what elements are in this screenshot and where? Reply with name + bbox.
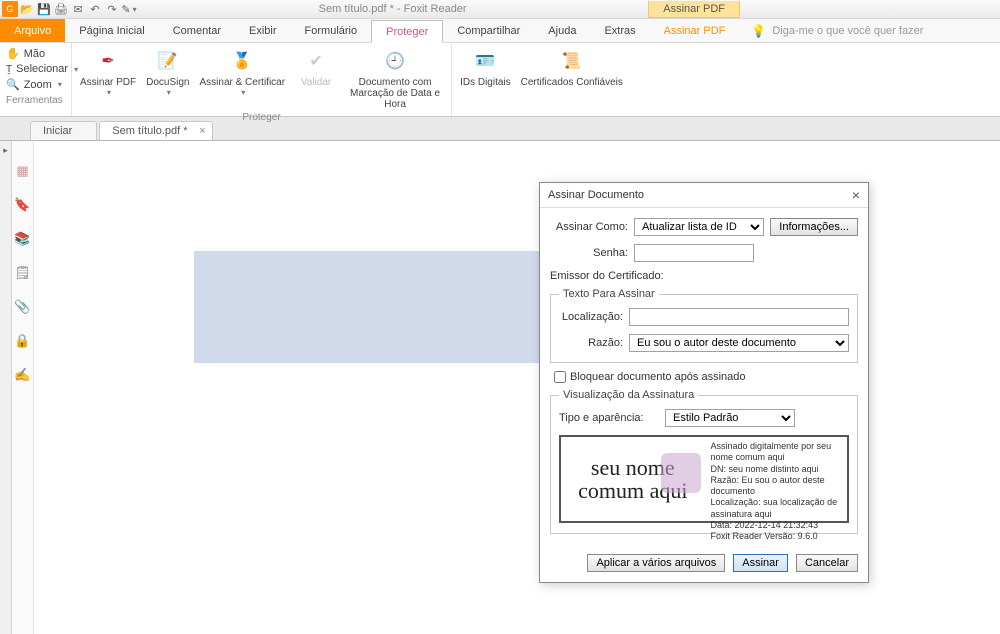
tab-file[interactable]: Arquivo (0, 19, 65, 42)
preview-name: seu nome comum aqui (561, 437, 705, 521)
select-icon: Ṯ (6, 64, 12, 75)
attachments-panel-icon[interactable]: 📎 (15, 299, 31, 315)
docusign-icon: 📝 (154, 47, 182, 75)
id-card-icon: 🪪 (471, 47, 499, 75)
tell-me-search[interactable]: 💡 Diga-me o que você quer fazer (739, 19, 1000, 42)
appearance-label: Tipo e aparência: (559, 412, 659, 424)
save-icon[interactable]: 💾 (36, 1, 52, 17)
protect-group-caption: Proteger (242, 112, 280, 123)
tab-help[interactable]: Ajuda (534, 19, 590, 42)
signature-preview: seu nome comum aqui Assinado digitalment… (559, 435, 849, 523)
tab-start[interactable]: Iniciar (30, 121, 97, 140)
window-title: Sem título.pdf * - Foxit Reader (137, 3, 648, 15)
cancel-button[interactable]: Cancelar (796, 554, 858, 572)
bookmarks-panel-icon[interactable]: 🔖 (15, 197, 31, 213)
email-icon[interactable]: ✉ (70, 1, 86, 17)
tab-comment[interactable]: Comentar (159, 19, 235, 42)
signatures-panel-icon[interactable]: ✍ (15, 367, 31, 383)
zoom-tool[interactable]: 🔍Zoom (6, 78, 65, 91)
tab-sign-pdf[interactable]: Assinar PDF (650, 19, 740, 42)
sign-certify-button[interactable]: 🏅 Assinar & Certificar (199, 47, 285, 110)
tab-share[interactable]: Compartilhar (443, 19, 534, 42)
pen-icon: ✒ (94, 47, 122, 75)
text-to-sign-fieldset: Texto Para Assinar Localização: Razão: E… (550, 288, 858, 363)
docusign-button[interactable]: 📝 DocuSign (146, 47, 189, 110)
lock-checkbox[interactable] (554, 371, 566, 383)
navigation-panel: ▦ 🔖 📚 🗒 📎 🔒 ✍ (12, 141, 34, 634)
ribbon-tools-group: ✋Mão ṮSelecionar 🔍Zoom Ferramentas (0, 43, 72, 116)
layers-panel-icon[interactable]: 📚 (15, 231, 31, 247)
undo-icon[interactable]: ↶ (87, 1, 103, 17)
quick-access-toolbar: G 📂 💾 🖨 ✉ ↶ ↷ ✎ (0, 1, 137, 17)
lightbulb-icon: 💡 (751, 24, 766, 38)
close-tab-icon[interactable]: × (199, 125, 205, 137)
validate-button: ✔ Validar (295, 47, 337, 110)
lock-label: Bloquear documento após assinado (570, 371, 746, 383)
ribbon-ids-group: 🪪 IDs Digitais 📜 Certificados Confiáveis (452, 43, 631, 116)
print-icon[interactable]: 🖨 (53, 1, 69, 17)
context-tab-label: Assinar PDF (648, 1, 740, 18)
collapse-handle[interactable]: ▸ (0, 141, 12, 634)
timestamp-button[interactable]: 🕘 Documento com Marcação de Data e Hora (347, 47, 443, 110)
certificate-icon: 📜 (558, 47, 586, 75)
password-label: Senha: (550, 247, 628, 259)
close-dialog-icon[interactable]: × (852, 187, 860, 203)
password-input[interactable] (634, 244, 754, 262)
sign-button[interactable]: Assinar (733, 554, 788, 572)
hand-icon: ✋ (6, 47, 20, 60)
signature-placeholder-rect[interactable] (194, 251, 546, 363)
appearance-select[interactable]: Estilo Padrão (665, 409, 795, 427)
tell-me-placeholder: Diga-me o que você quer fazer (772, 25, 923, 37)
check-shield-icon: ✔ (302, 47, 330, 75)
location-input[interactable] (629, 308, 849, 326)
ribbon-protect-group: ✒ Assinar PDF 📝 DocuSign 🏅 Assinar & Cer… (72, 43, 452, 116)
issuer-label: Emissor do Certificado: (550, 270, 858, 282)
title-bar: G 📂 💾 🖨 ✉ ↶ ↷ ✎ Sem título.pdf * - Foxit… (0, 0, 1000, 19)
text-to-sign-legend: Texto Para Assinar (559, 288, 659, 300)
clock-doc-icon: 🕘 (381, 47, 409, 75)
qat-more-icon[interactable]: ✎ (121, 1, 137, 17)
preview-details: Assinado digitalmente por seu nome comum… (705, 437, 847, 521)
tab-document[interactable]: Sem título.pdf * × (99, 121, 212, 140)
reason-select[interactable]: Eu sou o autor deste documento (629, 334, 849, 352)
location-label: Localização: (559, 311, 623, 323)
hand-tool[interactable]: ✋Mão (6, 47, 65, 60)
security-panel-icon[interactable]: 🔒 (15, 333, 31, 349)
digital-ids-button[interactable]: 🪪 IDs Digitais (460, 47, 511, 88)
apply-multiple-button[interactable]: Aplicar a vários arquivos (587, 554, 725, 572)
pages-panel-icon[interactable]: ▦ (15, 163, 31, 179)
trusted-certs-button[interactable]: 📜 Certificados Confiáveis (521, 47, 623, 88)
comments-panel-icon[interactable]: 🗒 (15, 265, 31, 281)
tab-view[interactable]: Exibir (235, 19, 291, 42)
preview-legend: Visualização da Assinatura (559, 389, 698, 401)
preview-fieldset: Visualização da Assinatura Tipo e aparên… (550, 389, 858, 534)
ribbon-badge-icon: 🏅 (228, 47, 256, 75)
ribbon-tabs: Arquivo Página Inicial Comentar Exibir F… (0, 19, 1000, 43)
tab-home[interactable]: Página Inicial (65, 19, 158, 42)
dialog-title: Assinar Documento (548, 189, 644, 201)
chevron-right-icon: ▸ (3, 145, 8, 156)
tab-extras[interactable]: Extras (590, 19, 649, 42)
info-button[interactable]: Informações... (770, 218, 858, 236)
tools-group-caption: Ferramentas (6, 95, 65, 106)
sign-pdf-button[interactable]: ✒ Assinar PDF (80, 47, 136, 110)
open-icon[interactable]: 📂 (19, 1, 35, 17)
app-icon[interactable]: G (2, 1, 18, 17)
sign-as-select[interactable]: Atualizar lista de ID (634, 218, 764, 236)
reason-label: Razão: (559, 337, 623, 349)
redo-icon[interactable]: ↷ (104, 1, 120, 17)
sign-as-label: Assinar Como: (550, 221, 628, 233)
ribbon-panel: ✋Mão ṮSelecionar 🔍Zoom Ferramentas ✒ Ass… (0, 43, 1000, 117)
tab-form[interactable]: Formulário (291, 19, 372, 42)
tab-protect[interactable]: Proteger (371, 20, 443, 43)
zoom-icon: 🔍 (6, 78, 20, 91)
document-tab-bar: Iniciar Sem título.pdf * × (0, 117, 1000, 141)
sign-document-dialog: Assinar Documento × Assinar Como: Atuali… (539, 182, 869, 583)
select-tool[interactable]: ṮSelecionar (6, 63, 65, 75)
